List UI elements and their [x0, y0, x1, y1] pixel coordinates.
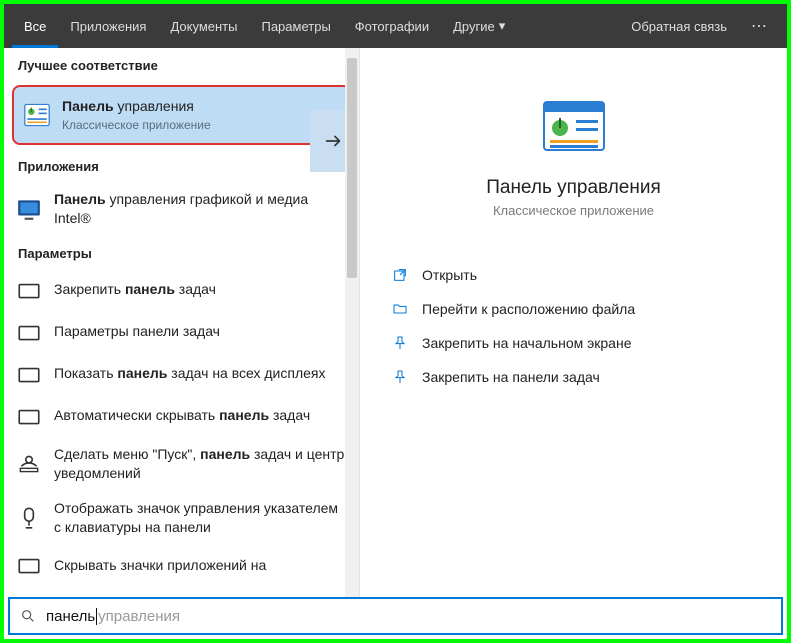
tab-feedback[interactable]: Обратная связь: [619, 4, 739, 48]
action-pin-taskbar[interactable]: Закрепить на панели задач: [388, 360, 759, 394]
folder-icon: [392, 301, 408, 317]
tab-photos[interactable]: Фотографии: [343, 4, 441, 48]
control-panel-icon: [24, 102, 50, 128]
action-pin-start[interactable]: Закрепить на начальном экране: [388, 326, 759, 360]
tab-settings[interactable]: Параметры: [249, 4, 342, 48]
action-file-location[interactable]: Перейти к расположению файла: [388, 292, 759, 326]
tab-all[interactable]: Все: [12, 4, 58, 48]
result-control-panel[interactable]: Панель управления Классическое приложени…: [12, 85, 351, 145]
settings-result[interactable]: Закрепить панель задач: [4, 269, 359, 311]
settings-result[interactable]: Параметры панели задач: [4, 311, 359, 353]
settings-icon: [16, 277, 42, 303]
tab-apps[interactable]: Приложения: [58, 4, 158, 48]
preview-panel: Панель управления Классическое приложени…: [360, 48, 787, 599]
settings-icon: [16, 552, 42, 578]
tab-docs[interactable]: Документы: [158, 4, 249, 48]
top-tabs: Все Приложения Документы Параметры Фотог…: [4, 4, 787, 48]
intel-graphics-icon: [16, 196, 42, 222]
settings-result[interactable]: Сделать меню "Пуск", панель задач и цент…: [4, 437, 359, 491]
settings-icon: [16, 451, 42, 477]
pin-start-icon: [392, 335, 408, 351]
settings-icon: [16, 319, 42, 345]
search-icon: [20, 608, 36, 624]
section-best-match: Лучшее соответствие: [4, 48, 359, 81]
settings-icon: [16, 361, 42, 387]
text-caret: [96, 608, 97, 625]
action-open[interactable]: Открыть: [388, 258, 759, 292]
tab-more[interactable]: Другие▾: [441, 4, 517, 48]
settings-icon: [16, 505, 42, 531]
settings-result[interactable]: Скрывать значки приложений на: [4, 544, 359, 586]
preview-subtitle: Классическое приложение: [388, 203, 759, 218]
search-suggestion-text: управления: [98, 608, 180, 625]
search-input[interactable]: панель управления: [8, 597, 783, 635]
settings-result[interactable]: Отображать значок управления указателем …: [4, 491, 359, 545]
section-settings: Параметры: [4, 236, 359, 269]
scrollbar-thumb[interactable]: [347, 58, 357, 278]
chevron-down-icon: ▾: [499, 18, 506, 34]
arrow-right-icon: [323, 130, 345, 152]
open-icon: [392, 267, 408, 283]
search-typed-text: панель: [46, 608, 95, 625]
preview-title: Панель управления: [388, 177, 759, 199]
settings-icon: [16, 403, 42, 429]
settings-result[interactable]: Показать панель задач на всех дисплеях: [4, 353, 359, 395]
preview-icon: [542, 98, 606, 159]
settings-result[interactable]: Автоматически скрывать панель задач: [4, 395, 359, 437]
more-menu-button[interactable]: ⋯: [739, 16, 779, 36]
results-panel: Лучшее соответствие Панель управления Кл…: [4, 48, 360, 599]
pin-taskbar-icon: [392, 369, 408, 385]
result-intel-graphics[interactable]: Панель управления графикой и медиа Intel…: [4, 182, 359, 236]
scrollbar[interactable]: [345, 48, 359, 599]
section-apps: Приложения: [4, 149, 359, 182]
